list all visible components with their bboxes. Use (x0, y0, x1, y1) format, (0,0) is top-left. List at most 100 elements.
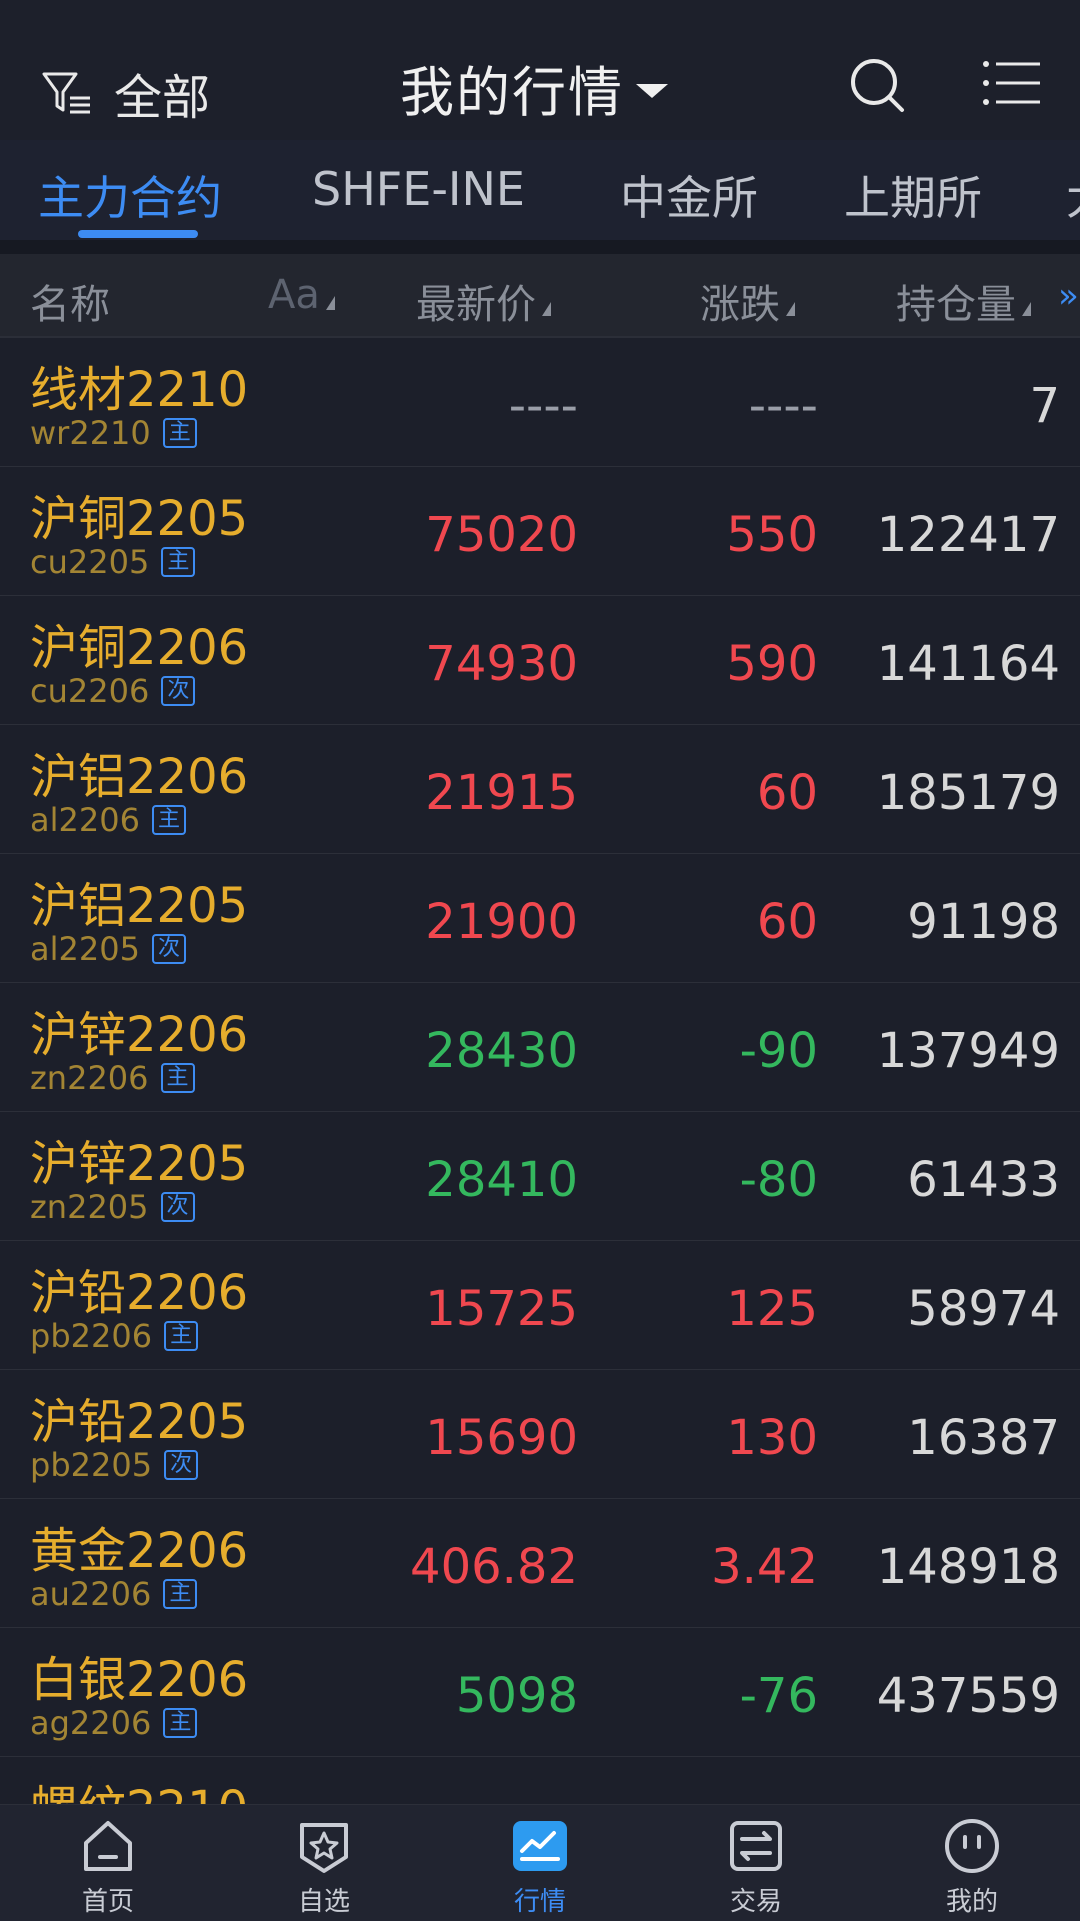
divider (0, 240, 1080, 254)
quote-row[interactable]: 沪铅2205 pb2205 次 15690 130 16387 (0, 1370, 1080, 1499)
open-interest: 7 (1029, 378, 1060, 434)
price-change: 590 (726, 636, 818, 692)
contract-name: 线材2210 (30, 362, 249, 418)
nav-favorites[interactable]: 自选 (254, 1817, 394, 1918)
contract-name: 黄金2206 (30, 1523, 249, 1579)
quote-row[interactable]: 沪铜2206 cu2206 次 74930 590 141164 (0, 596, 1080, 725)
exchange-tabs: 主力合约 SHFE-INE 中金所 上期所 大 (0, 140, 1080, 240)
contract-code: wr2210 主 (30, 414, 197, 452)
open-interest: 91198 (907, 894, 1060, 950)
contract-code: ag2206 主 (30, 1704, 198, 1742)
last-price: 21900 (425, 894, 578, 950)
contract-code: al2205 次 (30, 930, 186, 968)
page-title: 我的行情 (400, 61, 624, 124)
column-lang-toggle[interactable]: Aa (268, 272, 335, 318)
contract-badge: 主 (161, 547, 196, 577)
price-change: 125 (726, 1281, 818, 1337)
tab-shfe-ine[interactable]: SHFE-INE (312, 162, 525, 216)
tab-cffex[interactable]: 中金所 (620, 162, 758, 228)
price-change: 60 (756, 765, 818, 821)
nav-trade-label: 交易 (729, 1887, 782, 1917)
contract-badge: 主 (151, 805, 186, 835)
contract-name: 沪铝2206 (30, 749, 249, 805)
contract-name: 螺纹2210 (30, 1769, 248, 1804)
contract-badge: 次 (151, 934, 186, 964)
market-icon (513, 1821, 567, 1871)
trade-icon (730, 1821, 782, 1871)
list-menu-icon[interactable] (982, 58, 1042, 108)
open-interest: 148918 (876, 1539, 1060, 1595)
quote-row[interactable]: 沪铝2206 al2206 主 21915 60 185179 (0, 725, 1080, 854)
price-change: 60 (756, 894, 818, 950)
contract-name: 沪锌2206 (30, 1007, 249, 1063)
page-title-dropdown[interactable]: 我的行情 (400, 48, 668, 127)
contract-badge: 主 (164, 1321, 199, 1351)
sort-icon (1022, 302, 1031, 316)
filter-button[interactable]: 全部 (40, 58, 210, 128)
contract-name: 沪铅2205 (30, 1394, 249, 1450)
sort-icon (325, 296, 335, 310)
quote-row[interactable]: 沪铅2206 pb2206 主 15725 125 58974 (0, 1241, 1080, 1370)
price-change: 130 (726, 1410, 818, 1466)
search-icon[interactable] (848, 56, 908, 116)
contract-code: al2206 主 (30, 801, 186, 839)
last-price: 15725 (425, 1281, 578, 1337)
sort-icon (786, 302, 795, 316)
column-open-interest[interactable]: 持仓量 (896, 272, 1031, 330)
quote-row[interactable]: 线材2210 wr2210 主 ---- ---- 7 (0, 338, 1080, 467)
quote-row[interactable]: 螺纹2210 (0, 1757, 1080, 1804)
last-price: 406.82 (410, 1539, 578, 1595)
quote-list: 线材2210 wr2210 主 ---- ---- 7 沪铜2205 cu2205… (0, 338, 1080, 1804)
tab-main-contracts[interactable]: 主力合约 (38, 162, 222, 228)
column-change[interactable]: 涨跌 (700, 272, 795, 330)
expand-columns-icon[interactable]: » (1058, 276, 1079, 316)
last-price: 15690 (425, 1410, 578, 1466)
contract-code: pb2206 主 (30, 1317, 199, 1355)
open-interest: 437559 (876, 1668, 1060, 1724)
contract-badge: 次 (160, 1192, 195, 1222)
column-name[interactable]: 名称 (30, 272, 110, 330)
contract-code: cu2205 主 (30, 543, 196, 581)
contract-name: 沪铜2206 (30, 620, 249, 676)
tab-dce[interactable]: 大 (1066, 162, 1080, 228)
caret-down-icon (636, 83, 668, 98)
filter-icon (42, 72, 90, 114)
quote-row[interactable]: 沪铝2205 al2205 次 21900 60 91198 (0, 854, 1080, 983)
last-price: 5098 (455, 1668, 578, 1724)
open-interest: 61433 (907, 1152, 1060, 1208)
price-change: -90 (739, 1023, 818, 1079)
price-change: 550 (726, 507, 818, 563)
profile-icon (945, 1819, 999, 1873)
contract-code: cu2206 次 (30, 672, 196, 710)
lang-toggle-label: Aa (268, 272, 320, 318)
tab-shfe[interactable]: 上期所 (844, 162, 982, 228)
nav-trade[interactable]: 交易 (686, 1817, 826, 1918)
nav-home-label: 首页 (81, 1887, 134, 1917)
last-price: 21915 (425, 765, 578, 821)
quote-row[interactable]: 沪锌2206 zn2206 主 28430 -90 137949 (0, 983, 1080, 1112)
contract-name: 沪铅2206 (30, 1265, 249, 1321)
nav-profile[interactable]: 我的 (902, 1817, 1042, 1918)
contract-badge: 次 (161, 676, 196, 706)
favorites-icon (300, 1823, 348, 1873)
quote-row[interactable]: 沪锌2205 zn2205 次 28410 -80 61433 (0, 1112, 1080, 1241)
price-change: ---- (748, 378, 818, 434)
quote-row[interactable]: 黄金2206 au2206 主 406.82 3.42 148918 (0, 1499, 1080, 1628)
contract-code: pb2205 次 (30, 1446, 199, 1484)
contract-badge: 次 (164, 1450, 199, 1480)
column-header: 名称 Aa 最新价 涨跌 持仓量 » (0, 254, 1080, 338)
open-interest: 58974 (907, 1281, 1060, 1337)
quote-row[interactable]: 沪铜2205 cu2205 主 75020 550 122417 (0, 467, 1080, 596)
nav-market[interactable]: 行情 (470, 1817, 610, 1918)
active-tab-indicator (78, 230, 198, 238)
quote-row[interactable]: 白银2206 ag2206 主 5098 -76 437559 (0, 1628, 1080, 1757)
nav-home[interactable]: 首页 (38, 1817, 178, 1918)
contract-badge: 主 (163, 1708, 198, 1738)
column-price[interactable]: 最新价 (416, 272, 551, 330)
contract-name: 沪铜2205 (30, 491, 249, 547)
last-price: ---- (508, 378, 578, 434)
bottom-nav: 首页 自选 行情 交易 我的 (0, 1804, 1080, 1921)
last-price: 74930 (425, 636, 578, 692)
contract-name: 沪锌2205 (30, 1136, 249, 1192)
open-interest: 122417 (876, 507, 1060, 563)
